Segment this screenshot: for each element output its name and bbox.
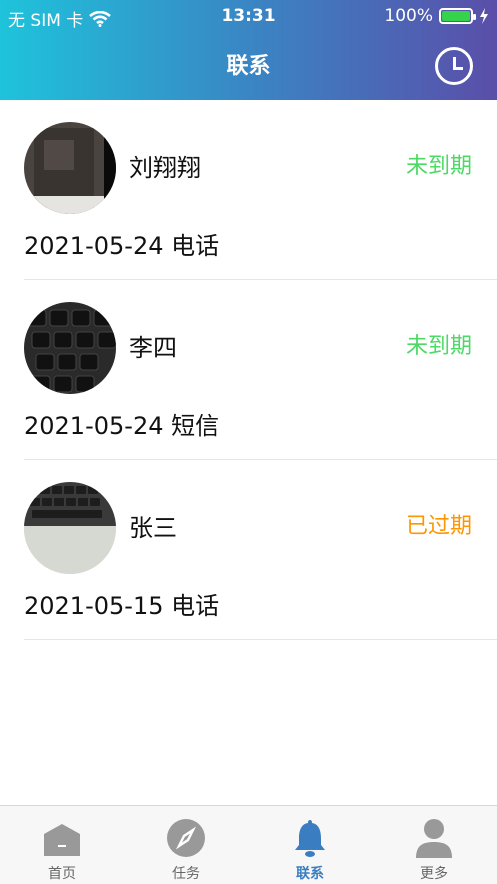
- contact-list: 刘翔翔 未到期 2021-05-24 电话 李四 未到期 2021-05-24 …: [0, 100, 497, 640]
- contact-type: 短信: [171, 412, 220, 440]
- tab-label: 更多: [420, 866, 448, 882]
- tab-label: 联系: [296, 866, 324, 882]
- contact-row[interactable]: 李四 未到期 2021-05-24 短信: [0, 280, 497, 460]
- contact-name: 李四: [129, 334, 177, 362]
- clock-icon[interactable]: [435, 47, 473, 85]
- bell-icon: [295, 820, 325, 857]
- charging-icon: [480, 8, 488, 24]
- tab-contact[interactable]: 联系: [248, 806, 372, 884]
- contact-date: 2021-05-15: [24, 592, 164, 620]
- contact-type: 电话: [171, 592, 220, 620]
- tab-tasks[interactable]: 任务: [124, 806, 248, 884]
- tab-bar: 首页 任务 联系 更多: [0, 805, 497, 884]
- contact-row[interactable]: 刘翔翔 未到期 2021-05-24 电话: [0, 100, 497, 280]
- contact-name: 刘翔翔: [129, 154, 201, 182]
- tab-home[interactable]: 首页: [0, 806, 124, 884]
- tab-more[interactable]: 更多: [372, 806, 496, 884]
- avatar: [24, 302, 116, 394]
- tab-label: 首页: [48, 866, 76, 882]
- contact-row[interactable]: 张三 已过期 2021-05-15 电话: [0, 460, 497, 640]
- contact-date: 2021-05-24: [24, 232, 164, 260]
- home-icon: [44, 824, 80, 856]
- battery-percent: 100%: [384, 6, 433, 26]
- contact-detail: 2021-05-15 电话: [24, 586, 219, 621]
- status-badge: 未到期: [405, 154, 472, 179]
- contact-date: 2021-05-24: [24, 412, 164, 440]
- avatar: [24, 482, 116, 574]
- contact-detail: 2021-05-24 短信: [24, 406, 219, 441]
- avatar: [24, 122, 116, 214]
- divider: [24, 639, 497, 640]
- page-title: 联系: [226, 54, 271, 79]
- header: 无 SIM 卡 13:31 100% 联系: [0, 0, 497, 100]
- status-bar: 无 SIM 卡 13:31 100%: [0, 0, 497, 34]
- status-badge: 已过期: [405, 514, 472, 539]
- contact-name: 张三: [129, 514, 177, 542]
- battery-icon: [439, 8, 476, 24]
- tab-label: 任务: [172, 866, 200, 882]
- compass-icon: [167, 819, 205, 857]
- contact-type: 电话: [171, 232, 220, 260]
- person-icon: [416, 819, 452, 858]
- contact-detail: 2021-05-24 电话: [24, 226, 219, 261]
- status-badge: 未到期: [405, 334, 472, 359]
